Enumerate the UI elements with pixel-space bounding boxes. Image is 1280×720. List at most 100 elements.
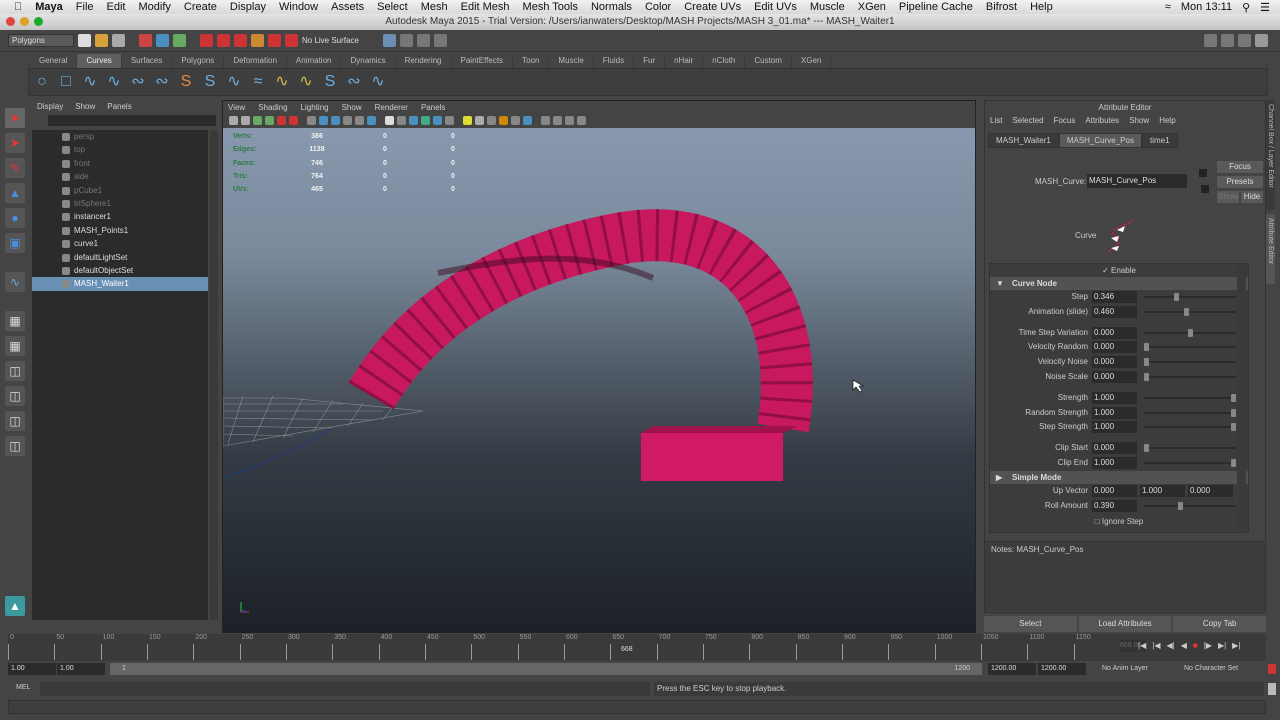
persp-outliner-layout-icon[interactable]: ◫ [5, 361, 25, 381]
animation-slide-field[interactable]: 0.460 [1092, 305, 1137, 318]
pencil-curve-icon[interactable]: ∾ [129, 73, 147, 91]
lasso-tool-icon[interactable]: ➤ [5, 133, 25, 153]
roll-amount-slider[interactable] [1144, 501, 1236, 510]
animation-end-field[interactable]: 1200.00 [1038, 663, 1086, 675]
circle-curve-icon[interactable]: ○ [33, 73, 51, 91]
viewport-tool-icon[interactable] [463, 116, 472, 125]
go-to-end-icon[interactable]: ▶| [1232, 641, 1240, 650]
viewport-tool-icon[interactable] [385, 116, 394, 125]
load-attributes-button[interactable]: Load Attributes [1078, 616, 1172, 632]
notes-area[interactable]: Notes: MASH_Curve_Pos [985, 541, 1265, 611]
move-tool-icon[interactable]: ▲ [5, 183, 25, 203]
step-forward-frame-icon[interactable]: |▶ [1204, 641, 1212, 650]
mac-menu-pipeline-cache[interactable]: Pipeline Cache [899, 1, 973, 13]
random-strength-slider[interactable] [1144, 408, 1236, 417]
select-object-icon[interactable] [156, 34, 169, 47]
outliner-search-input[interactable] [48, 115, 216, 126]
shelf-tab-general[interactable]: General [30, 54, 78, 68]
live-surface-label[interactable]: No Live Surface [302, 36, 359, 45]
ignore-step-checkbox[interactable]: □ Ignore Step [990, 513, 1248, 527]
presets-button[interactable]: Presets [1217, 176, 1263, 188]
shelf-tab-xgen[interactable]: XGen [792, 54, 832, 68]
ae-menu-show[interactable]: Show [1129, 114, 1149, 127]
tool-settings-icon[interactable] [1238, 34, 1251, 47]
channel-box-toggle-icon[interactable] [1255, 34, 1268, 47]
shelf-tab-fur[interactable]: Fur [634, 54, 666, 68]
slider-knob[interactable] [1231, 393, 1236, 402]
outliner-item[interactable]: side [32, 170, 208, 183]
outliner-scrollbar[interactable] [210, 130, 218, 620]
viewport-tool-icon[interactable] [409, 116, 418, 125]
snap-curve-icon[interactable] [217, 34, 230, 47]
notifications-icon[interactable]: ☰ [1260, 1, 1270, 14]
viewport-tool-icon[interactable] [523, 116, 532, 125]
viewport-menu-shading[interactable]: Shading [258, 101, 287, 114]
viewport-tool-icon[interactable] [367, 116, 376, 125]
viewport-menu-show[interactable]: Show [342, 101, 362, 114]
extend-curve-icon[interactable]: ≈ [249, 73, 267, 91]
mac-menu-help[interactable]: Help [1030, 1, 1053, 13]
show-button[interactable]: Show [1217, 191, 1239, 203]
wifi-icon[interactable]: ≈ [1165, 1, 1171, 13]
ae-menu-help[interactable]: Help [1159, 114, 1175, 127]
outliner-item[interactable]: MASH_Points1 [32, 224, 208, 237]
focus-button[interactable]: Focus [1217, 161, 1263, 173]
enable-checkbox[interactable]: ✓ Enable [990, 264, 1248, 277]
attribute-editor-tab[interactable]: Attribute Editor [1266, 214, 1275, 284]
velocity-noise-slider[interactable] [1144, 358, 1236, 367]
clock[interactable]: Mon 13:11 [1181, 1, 1232, 13]
mac-menu-edit-uvs[interactable]: Edit UVs [754, 1, 797, 13]
mel-label[interactable]: MEL [16, 684, 30, 691]
snap-point-icon[interactable] [234, 34, 247, 47]
step-back-key-icon[interactable]: |◀ [1152, 641, 1160, 650]
animation-start-field[interactable]: 1.00 [8, 663, 56, 675]
modeling-toolkit-icon[interactable] [1204, 34, 1217, 47]
shelf-tab-curves[interactable]: Curves [77, 54, 122, 68]
up-vector-x-field[interactable]: 0.000 [1092, 484, 1137, 497]
square-curve-icon[interactable]: □ [57, 73, 75, 91]
attach-curves-icon[interactable]: S [177, 73, 195, 91]
minimize-window-button[interactable] [20, 17, 29, 26]
mac-menu-file[interactable]: File [76, 1, 94, 13]
mac-menu-xgen[interactable]: XGen [858, 1, 886, 13]
time-step-variation-field[interactable]: 0.000 [1092, 326, 1137, 339]
mac-menu-display[interactable]: Display [230, 1, 266, 13]
curve-editing-icon[interactable]: ∾ [345, 73, 363, 91]
select-hierarchy-icon[interactable] [139, 34, 152, 47]
mac-menu-normals[interactable]: Normals [591, 1, 632, 13]
viewport-menu-lighting[interactable]: Lighting [301, 101, 329, 114]
velocity-noise-field[interactable]: 0.000 [1092, 356, 1137, 369]
project-tangent-icon[interactable]: ∿ [369, 73, 387, 91]
rotate-tool-icon[interactable]: ● [5, 208, 25, 228]
offset-curve-icon[interactable]: ∿ [273, 73, 291, 91]
viewport-tool-icon[interactable] [433, 116, 442, 125]
mac-menu-select[interactable]: Select [377, 1, 408, 13]
graph-editor-layout-icon[interactable]: ◫ [5, 436, 25, 456]
time-step-variation-slider[interactable] [1144, 328, 1236, 337]
ae-menu-attributes[interactable]: Attributes [1085, 114, 1119, 127]
four-view-layout-icon[interactable]: ▦ [5, 336, 25, 356]
viewport-tool-icon[interactable] [289, 116, 298, 125]
outliner-item[interactable]: top [32, 143, 208, 156]
viewport-tool-icon[interactable] [229, 116, 238, 125]
viewport-tool-icon[interactable] [355, 116, 364, 125]
shelf-tab-nhair[interactable]: nHair [665, 54, 704, 68]
rebuild-curve-icon[interactable]: ∿ [297, 73, 315, 91]
scale-tool-icon[interactable]: ▣ [5, 233, 25, 253]
step-slider[interactable] [1144, 293, 1236, 301]
outliner-item[interactable]: curve1 [32, 237, 208, 250]
outliner-item[interactable]: defaultLightSet [32, 251, 208, 264]
channel-box-tab[interactable]: Channel Box / Layer Editor [1266, 100, 1275, 210]
step-strength-field[interactable]: 1.000 [1092, 421, 1137, 434]
mac-menu-muscle[interactable]: Muscle [810, 1, 845, 13]
viewport-tool-icon[interactable] [331, 116, 340, 125]
up-vector-z-field[interactable]: 0.000 [1188, 484, 1233, 497]
arc-tool-icon[interactable]: ∾ [153, 73, 171, 91]
shelf-tab-fluids[interactable]: Fluids [594, 54, 635, 68]
ipr-render-icon[interactable] [416, 34, 430, 47]
ae-tab-mash_curve_pos[interactable]: MASH_Curve_Pos [1058, 133, 1142, 148]
roll-amount-field[interactable]: 0.390 [1092, 499, 1137, 512]
magnet-icon[interactable] [285, 34, 298, 47]
slider-knob[interactable] [1231, 458, 1236, 467]
add-points-icon[interactable]: S [321, 73, 339, 91]
